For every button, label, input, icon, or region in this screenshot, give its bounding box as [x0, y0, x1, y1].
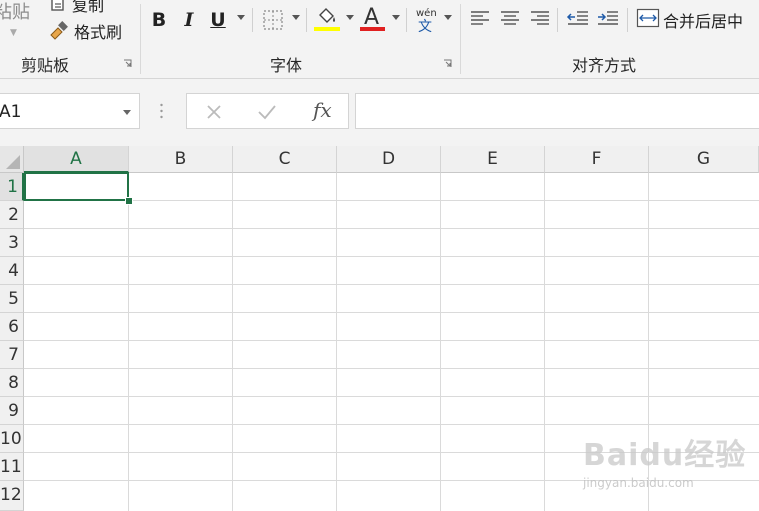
- grid-line: [24, 228, 759, 229]
- fill-color-bar: [314, 27, 340, 31]
- insert-function-button[interactable]: fx: [313, 98, 332, 122]
- font-dialog-launcher-icon[interactable]: [443, 59, 452, 68]
- row-header-5[interactable]: 5: [0, 285, 24, 313]
- name-box[interactable]: A1: [0, 93, 140, 129]
- row-header-1[interactable]: 1: [0, 173, 24, 201]
- group-separator: [460, 4, 461, 74]
- row-header-11[interactable]: 11: [0, 453, 24, 481]
- font-color-bar: [360, 27, 385, 31]
- borders-dropdown-icon[interactable]: [292, 15, 300, 20]
- active-cell-a1[interactable]: [24, 172, 129, 201]
- fill-color-icon[interactable]: [314, 6, 340, 28]
- grid-line: [440, 173, 441, 511]
- increase-indent-icon[interactable]: [596, 9, 620, 29]
- toolbar-separator: [406, 8, 407, 32]
- column-header-g[interactable]: G: [649, 146, 759, 173]
- phonetic-guide-button[interactable]: 文: [418, 16, 432, 36]
- grid-line: [336, 173, 337, 511]
- copy-label: 复制: [72, 0, 105, 15]
- grid-line: [128, 173, 129, 511]
- grid-line: [24, 284, 759, 285]
- name-box-dropdown-icon[interactable]: [123, 110, 131, 115]
- row-header-7[interactable]: 7: [0, 341, 24, 369]
- bold-button[interactable]: B: [148, 6, 170, 34]
- watermark-url: jingyan.baidu.com: [583, 476, 694, 490]
- grid-line: [24, 368, 759, 369]
- row-header-6[interactable]: 6: [0, 313, 24, 341]
- toolbar-separator: [252, 8, 253, 32]
- toolbar-separator: [627, 8, 628, 32]
- enter-icon[interactable]: [257, 103, 277, 121]
- paste-label: 粘贴: [0, 2, 30, 23]
- row-header-4[interactable]: 4: [0, 257, 24, 285]
- clipboard-group-label: 剪贴板: [21, 56, 70, 75]
- format-painter-icon: [50, 21, 68, 40]
- ribbon: 粘贴 ▼ 复制 格式刷 剪贴板 B I U A wén 文 字体 合并后居中 对…: [0, 0, 759, 79]
- grid-line: [544, 173, 545, 511]
- align-right-icon[interactable]: [529, 9, 551, 29]
- row-header-3[interactable]: 3: [0, 229, 24, 257]
- grid-line: [24, 340, 759, 341]
- column-header-a[interactable]: A: [24, 146, 129, 173]
- format-painter-button[interactable]: 格式刷: [48, 19, 122, 43]
- clipboard-dialog-launcher-icon[interactable]: [123, 59, 132, 68]
- merge-center-icon[interactable]: [636, 7, 660, 29]
- formula-input[interactable]: [355, 93, 759, 129]
- copy-icon: [51, 0, 64, 11]
- paste-button[interactable]: 粘贴 ▼: [0, 0, 40, 45]
- font-color-dropdown-icon[interactable]: [392, 15, 400, 20]
- row-header-8[interactable]: 8: [0, 369, 24, 397]
- fill-color-dropdown-icon[interactable]: [346, 15, 354, 20]
- phonetic-dropdown-icon[interactable]: [444, 15, 452, 20]
- grid-line: [24, 424, 759, 425]
- column-header-c[interactable]: C: [233, 146, 337, 173]
- grid-line: [24, 200, 759, 201]
- alignment-group-label: 对齐方式: [572, 56, 637, 75]
- baidu-jingyan-watermark: Baidu经验 jingyan.baidu.com: [583, 430, 753, 495]
- grid-line: [24, 256, 759, 257]
- column-header-e[interactable]: E: [441, 146, 545, 173]
- row-header-10[interactable]: 10: [0, 425, 24, 453]
- grid-line: [232, 173, 233, 511]
- column-header-d[interactable]: D: [337, 146, 441, 173]
- align-center-icon[interactable]: [499, 9, 521, 29]
- group-separator: [140, 4, 141, 74]
- toolbar-separator: [306, 8, 307, 32]
- select-all-triangle-icon: [6, 155, 20, 169]
- column-header-b[interactable]: B: [129, 146, 233, 173]
- align-left-icon[interactable]: [469, 9, 491, 29]
- underline-dropdown-icon[interactable]: [237, 15, 245, 20]
- select-all-button[interactable]: [0, 146, 24, 173]
- format-painter-label: 格式刷: [74, 23, 123, 42]
- row-header-9[interactable]: 9: [0, 397, 24, 425]
- row-header-2[interactable]: 2: [0, 201, 24, 229]
- row-header-12[interactable]: 12: [0, 481, 24, 511]
- grid-line: [24, 312, 759, 313]
- name-box-value: A1: [0, 102, 22, 122]
- column-header-f[interactable]: F: [545, 146, 649, 173]
- merge-center-button[interactable]: 合并后居中: [663, 8, 743, 32]
- italic-button[interactable]: I: [178, 6, 200, 34]
- copy-button[interactable]: 复制: [48, 0, 104, 16]
- watermark-brand: Baidu经验: [583, 438, 747, 473]
- fill-handle[interactable]: [125, 197, 133, 205]
- underline-button[interactable]: U: [207, 6, 229, 34]
- borders-icon[interactable]: [262, 9, 284, 31]
- grid-line: [24, 396, 759, 397]
- formula-buttons: fx: [186, 93, 349, 129]
- font-group-label: 字体: [270, 56, 303, 75]
- decrease-indent-icon[interactable]: [566, 9, 590, 29]
- formula-bar-grip-icon[interactable]: [160, 103, 163, 119]
- paste-dropdown-icon[interactable]: ▼: [10, 28, 17, 38]
- toolbar-separator: [557, 8, 558, 32]
- cancel-icon[interactable]: [205, 103, 223, 121]
